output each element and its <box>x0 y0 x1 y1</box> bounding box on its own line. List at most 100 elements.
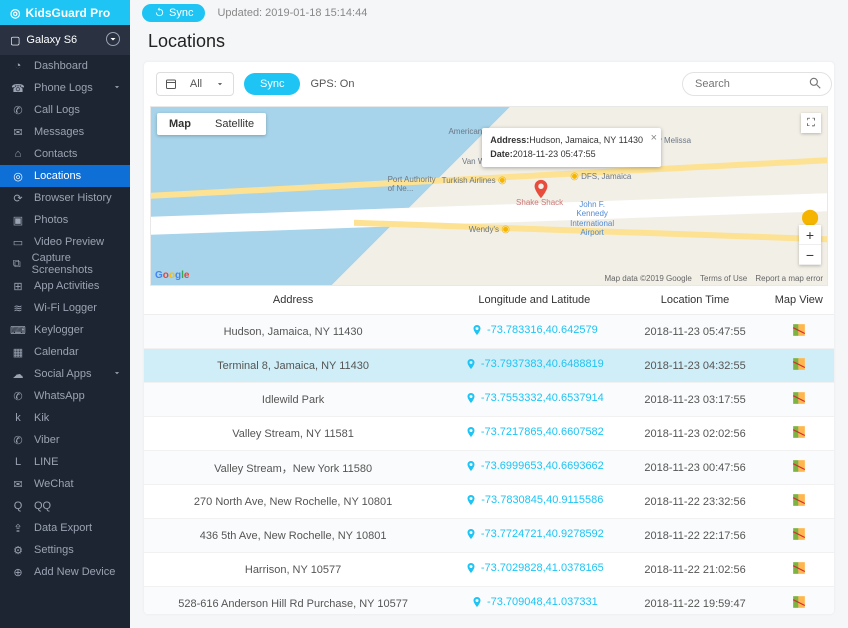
sidebar-item-label: App Activities <box>34 280 99 292</box>
google-logo: Google <box>155 270 189 281</box>
sidebar-item-export[interactable]: ⇪ Data Export <box>0 517 130 539</box>
wechat-icon: ✉ <box>10 478 26 491</box>
sidebar-item-call-logs[interactable]: ✆Call Logs <box>0 99 130 121</box>
table-row[interactable]: Valley Stream, NY 11581-73.7217865,40.66… <box>144 417 834 451</box>
map-view-icon[interactable] <box>792 595 806 609</box>
cell-coordinates[interactable]: -73.7029828,41.0378165 <box>465 562 604 574</box>
poi-port: Port Authority of Ne... <box>388 175 436 193</box>
phone-icon: ☎ <box>10 82 26 95</box>
cell-address: Terminal 8, Jamaica, NY 11430 <box>144 349 442 383</box>
close-icon[interactable]: × <box>651 130 657 147</box>
cell-coordinates[interactable]: -73.7217865,40.6607582 <box>465 426 604 438</box>
sidebar-item-social[interactable]: ☁Social Apps <box>0 363 130 385</box>
sidebar-item-label: Browser History <box>34 192 112 204</box>
map-view-icon[interactable] <box>792 459 806 473</box>
qq-icon: Q <box>10 500 26 512</box>
cell-coordinates[interactable]: -73.7830845,40.9115586 <box>465 494 603 506</box>
sidebar-item-line[interactable]: LLINE <box>0 451 130 473</box>
sidebar-item-label: Data Export <box>34 522 92 534</box>
sidebar-item-label: Wi-Fi Logger <box>34 302 97 314</box>
table-row[interactable]: Idlewild Park-73.7553332,40.65379142018-… <box>144 383 834 417</box>
map[interactable]: Map Satellite ⛶ ⬤ + − John F. Kennedy In… <box>150 106 828 286</box>
map-view-icon[interactable] <box>792 357 806 371</box>
sidebar-item-add-device[interactable]: ⊕Add New Device <box>0 561 130 583</box>
sidebar-item-kik[interactable]: kKik <box>0 407 130 429</box>
table-row[interactable]: Valley Stream，New York 11580-73.6999653,… <box>144 451 834 485</box>
search-box <box>682 72 822 96</box>
chevron-down-icon <box>215 79 225 89</box>
cell-time: 2018-11-23 04:32:55 <box>626 349 763 383</box>
table-row[interactable]: 270 North Ave, New Rochelle, NY 10801-73… <box>144 485 834 519</box>
date-filter-select[interactable]: All <box>156 72 234 96</box>
poi-dfs: ◉ DFS, Jamaica <box>570 171 631 182</box>
sync-locations-button[interactable]: Sync <box>244 73 300 95</box>
poi-wendys: Wendy's ◉ <box>469 224 510 235</box>
settings-icon: ⚙ <box>10 544 26 557</box>
sidebar-item-photos[interactable]: ▣Photos <box>0 209 130 231</box>
browser-icon: ⟳ <box>10 192 26 205</box>
sidebar-item-qq[interactable]: QQQ <box>0 495 130 517</box>
cell-time: 2018-11-23 05:47:55 <box>626 315 763 349</box>
cell-coordinates[interactable]: -73.7724721,40.9278592 <box>465 528 604 540</box>
sidebar-item-wechat[interactable]: ✉ WeChat <box>0 473 130 495</box>
sync-pill-label: Sync <box>260 78 284 90</box>
sidebar-item-whatsapp[interactable]: ✆WhatsApp <box>0 385 130 407</box>
cell-coordinates[interactable]: -73.709048,41.037331 <box>471 596 598 608</box>
cell-coordinates[interactable]: -73.7553332,40.6537914 <box>465 392 604 404</box>
map-view-icon[interactable] <box>792 391 806 405</box>
zoom-out-button[interactable]: − <box>799 245 821 265</box>
table-row[interactable]: 436 5th Ave, New Rochelle, NY 10801-73.7… <box>144 519 834 553</box>
export-icon: ⇪ <box>10 522 26 535</box>
wifi-icon: ≋ <box>10 302 26 315</box>
sync-button[interactable]: Sync <box>142 4 205 22</box>
sidebar-item-label: Capture Screenshots <box>32 252 120 276</box>
line-icon: L <box>10 456 26 468</box>
sidebar-item-calendar[interactable]: ▦Calendar <box>0 341 130 363</box>
table-row[interactable]: Terminal 8, Jamaica, NY 11430 -73.7937383… <box>144 349 834 383</box>
sidebar-item-label: Dashboard <box>34 60 88 72</box>
table-row[interactable]: Harrison, NY 10577-73.7029828,41.0378165… <box>144 553 834 587</box>
attrib-terms[interactable]: Terms of Use <box>700 274 747 283</box>
sidebar-item-wifi[interactable]: ≋ Wi-Fi Logger <box>0 297 130 319</box>
device-selector[interactable]: ▢ Galaxy S6 <box>0 25 130 55</box>
map-view-icon[interactable] <box>792 493 806 507</box>
map-pin-icon[interactable] <box>530 178 552 206</box>
sidebar-item-messages[interactable]: ✉Messages <box>0 121 130 143</box>
sidebar-item-label: Kik <box>34 412 49 424</box>
map-type-map[interactable]: Map <box>157 113 203 135</box>
sidebar-item-dashboard[interactable]: ◔ Dashboard <box>0 55 130 77</box>
attrib-data: Map data ©2019 Google <box>605 274 692 283</box>
sidebar-item-app[interactable]: ⊞App Activities <box>0 275 130 297</box>
cell-coordinates[interactable]: -73.6999653,40.6693662 <box>465 460 604 472</box>
sidebar-item-label: WeChat <box>34 478 74 490</box>
map-view-icon[interactable] <box>792 425 806 439</box>
sidebar-item-viber[interactable]: ✆Viber <box>0 429 130 451</box>
keyboard-icon: ⌨ <box>10 324 26 337</box>
sidebar-item-video[interactable]: ▭Video Preview <box>0 231 130 253</box>
map-view-icon[interactable] <box>792 561 806 575</box>
cell-coordinates[interactable]: -73.783316,40.642579 <box>471 324 598 336</box>
sidebar-item-browser[interactable]: ⟳ Browser History <box>0 187 130 209</box>
cell-coordinates[interactable]: -73.7937383,40.6488819 <box>465 358 604 370</box>
dashboard-icon: ◔ <box>10 60 26 72</box>
sidebar-item-phone-logs[interactable]: ☎ Phone Logs <box>0 77 130 99</box>
search-icon[interactable] <box>808 76 822 93</box>
cell-time: 2018-11-23 03:17:55 <box>626 383 763 417</box>
zoom-control: + − <box>799 225 821 265</box>
fullscreen-button[interactable]: ⛶ <box>801 113 821 133</box>
table-row[interactable]: 528-616 Anderson Hill Rd Purchase, NY 10… <box>144 587 834 615</box>
brand-name: KidsGuard Pro <box>25 6 110 20</box>
sidebar-item-settings[interactable]: ⚙Settings <box>0 539 130 561</box>
sidebar-item-contacts[interactable]: ⌂Contacts <box>0 143 130 165</box>
sidebar-item-label: Phone Logs <box>34 82 93 94</box>
sidebar-item-screenshots[interactable]: ⧉Capture Screenshots <box>0 253 130 275</box>
zoom-in-button[interactable]: + <box>799 225 821 245</box>
sidebar-item-locations[interactable]: ◎Locations <box>0 165 130 187</box>
sidebar-item-keylogger[interactable]: ⌨Keylogger <box>0 319 130 341</box>
map-type-satellite[interactable]: Satellite <box>203 113 266 135</box>
map-view-icon[interactable] <box>792 323 806 337</box>
cell-address: 528-616 Anderson Hill Rd Purchase, NY 10… <box>144 587 442 615</box>
map-view-icon[interactable] <box>792 527 806 541</box>
attrib-report[interactable]: Report a map error <box>755 274 823 283</box>
table-row[interactable]: Hudson, Jamaica, NY 11430-73.783316,40.6… <box>144 315 834 349</box>
